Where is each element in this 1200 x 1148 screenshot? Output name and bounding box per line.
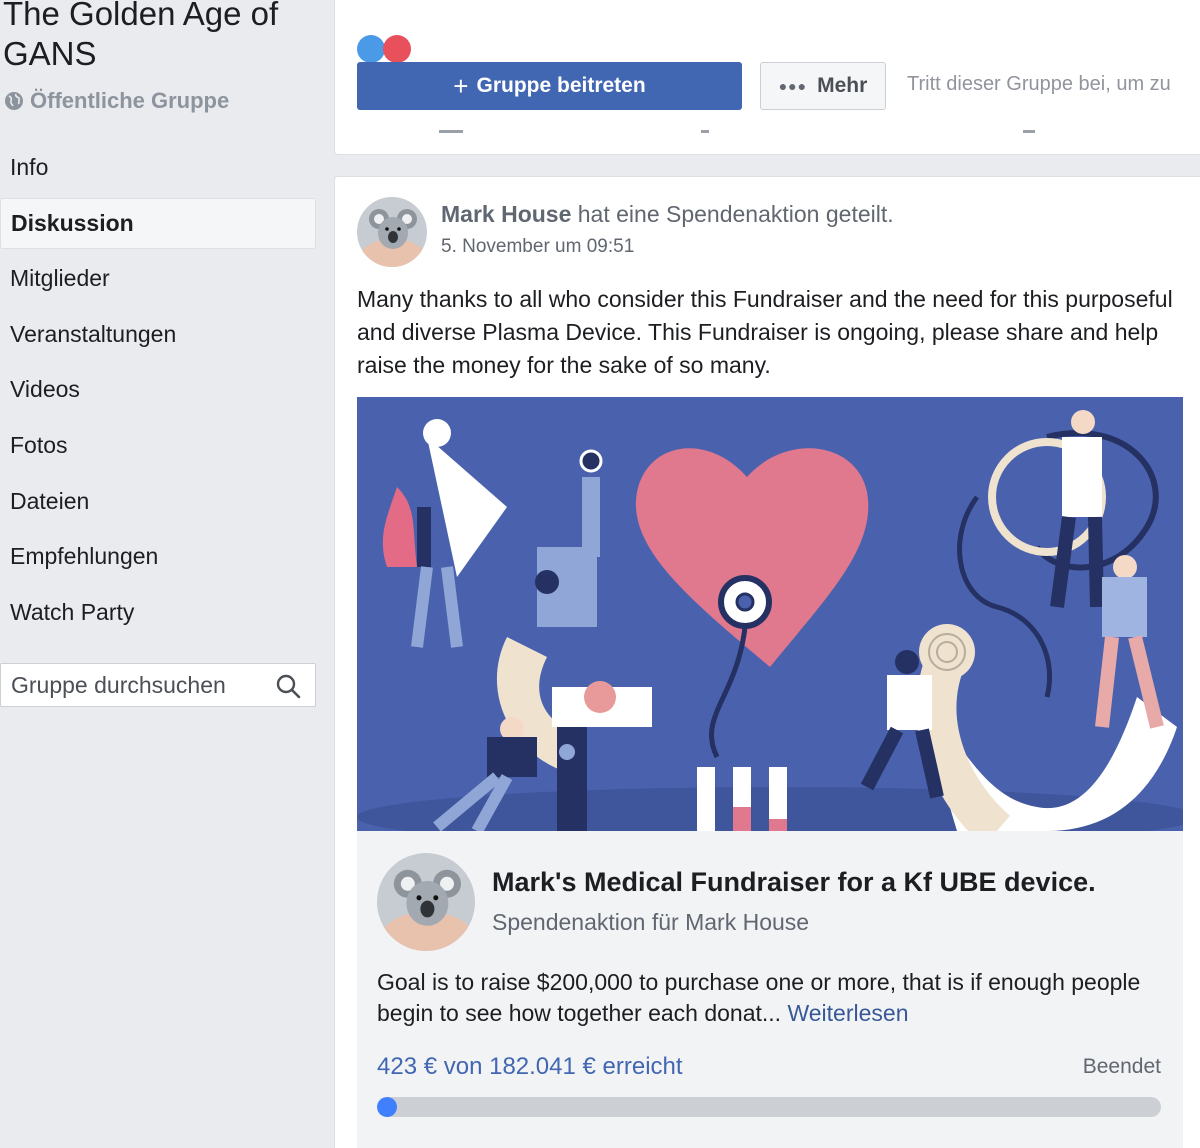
- author-name[interactable]: Mark House: [441, 201, 571, 227]
- group-privacy: Öffentliche Gruppe: [4, 88, 229, 114]
- nav-item-discussion[interactable]: Diskussion: [0, 197, 316, 249]
- nav-item-files[interactable]: Dateien: [0, 476, 316, 527]
- group-search-input[interactable]: [11, 671, 261, 699]
- feed-post: Mark House hat eine Spendenaktion geteil…: [334, 176, 1200, 1148]
- medical-illustration: [357, 397, 1183, 831]
- fundraiser-progress-text: 423 € von 182.041 € erreicht: [377, 1053, 683, 1080]
- group-sidebar: The Golden Age of GANS Öffentliche Grupp…: [0, 0, 334, 1148]
- fundraiser-progress-fill: [377, 1097, 397, 1117]
- join-group-button[interactable]: + Gruppe beitreten: [357, 62, 742, 110]
- toolbar-icon[interactable]: [701, 123, 709, 133]
- fundraiser-card[interactable]: Mark's Medical Fundraiser for a Kf UBE d…: [357, 831, 1183, 1148]
- read-more-link[interactable]: Weiterlesen: [787, 1000, 908, 1026]
- fundraiser-title[interactable]: Mark's Medical Fundraiser for a Kf UBE d…: [492, 867, 1172, 898]
- group-name[interactable]: The Golden Age of GANS: [3, 0, 323, 74]
- more-button[interactable]: ●●● Mehr: [760, 62, 886, 110]
- fundraiser-progress-bar: [377, 1097, 1161, 1117]
- author-avatar[interactable]: [357, 197, 427, 267]
- toolbar-icon[interactable]: [439, 123, 463, 133]
- post-text: Many thanks to all who consider this Fun…: [357, 286, 1173, 378]
- globe-icon: [5, 92, 23, 110]
- more-label: Mehr: [817, 74, 868, 97]
- member-avatar[interactable]: [357, 35, 385, 63]
- join-group-label: Gruppe beitreten: [476, 74, 646, 97]
- post-header: Mark House hat eine Spendenaktion geteil…: [441, 201, 894, 258]
- more-dots-icon: ●●●: [778, 78, 808, 94]
- nav-item-members[interactable]: Mitglieder: [0, 253, 316, 304]
- post-timestamp[interactable]: 5. November um 09:51: [441, 236, 894, 258]
- post-headline: Mark House hat eine Spendenaktion geteil…: [441, 201, 894, 228]
- koala-avatar-image: [377, 853, 475, 951]
- search-icon[interactable]: [275, 673, 301, 699]
- privacy-label: Öffentliche Gruppe: [30, 88, 230, 113]
- group-header-card: + Gruppe beitreten ●●● Mehr Tritt dieser…: [334, 0, 1200, 155]
- fundraiser-description-text: Goal is to raise $200,000 to purchase on…: [377, 969, 1141, 1026]
- fundraiser-cover-image[interactable]: [357, 397, 1183, 831]
- group-nav: Info Diskussion Mitglieder Veranstaltung…: [0, 142, 316, 642]
- post-action: hat eine Spendenaktion geteilt.: [577, 201, 894, 227]
- nav-item-videos[interactable]: Videos: [0, 364, 316, 415]
- toolbar-icon[interactable]: [1023, 123, 1035, 133]
- join-hint: Tritt dieser Gruppe bei, um zu: [907, 73, 1171, 95]
- nav-item-photos[interactable]: Fotos: [0, 420, 316, 471]
- koala-avatar-image: [357, 197, 427, 267]
- nav-item-info[interactable]: Info: [0, 142, 316, 193]
- fundraiser-status: Beendet: [1082, 1055, 1161, 1078]
- member-avatar[interactable]: [383, 35, 411, 63]
- nav-item-events[interactable]: Veranstaltungen: [0, 309, 316, 360]
- fundraiser-subtitle: Spendenaktion für Mark House: [492, 909, 810, 935]
- nav-item-recommendations[interactable]: Empfehlungen: [0, 531, 316, 582]
- plus-icon: +: [453, 71, 469, 101]
- nav-item-watch-party[interactable]: Watch Party: [0, 587, 316, 638]
- group-search: [0, 663, 316, 707]
- fundraiser-avatar[interactable]: [377, 853, 475, 951]
- fundraiser-description: Goal is to raise $200,000 to purchase on…: [377, 967, 1167, 1029]
